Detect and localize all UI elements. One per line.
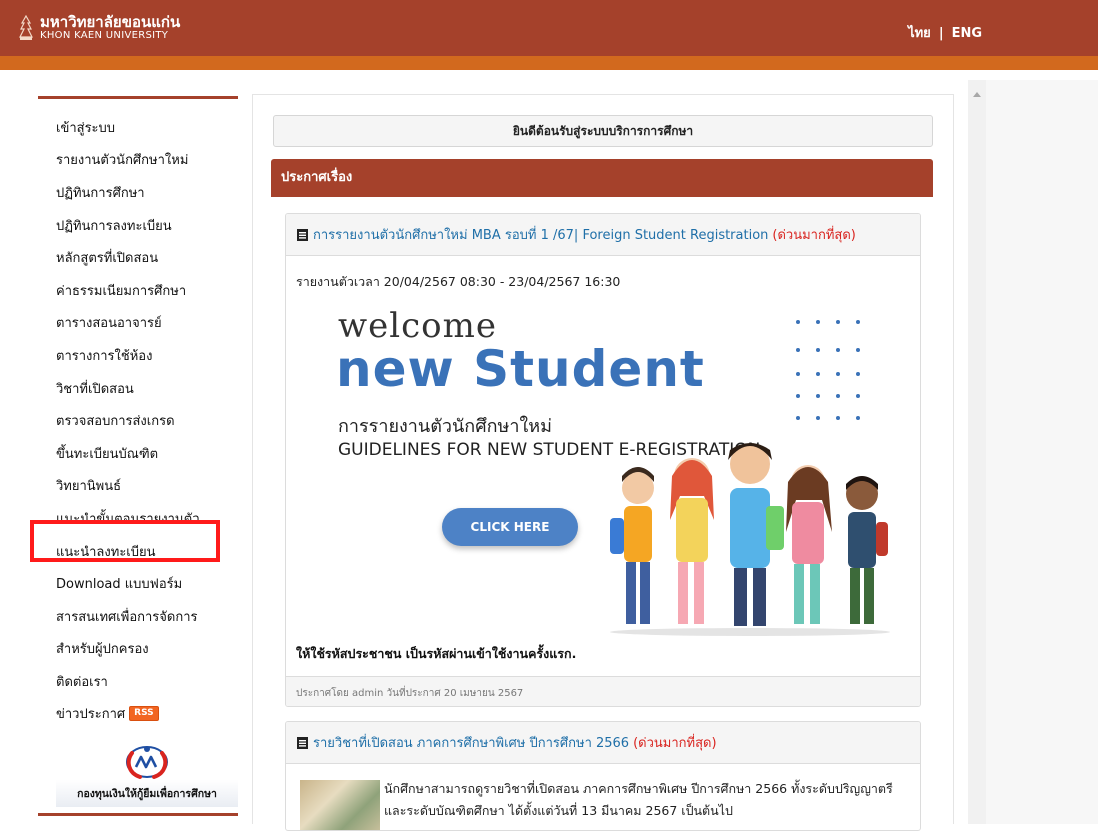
- sidebar-item-teacher-schedule[interactable]: ตารางสอนอาจารย์: [38, 307, 238, 340]
- right-panel: [986, 80, 1098, 824]
- student-loan-fund-label: กองทุนเงินให้กู้ยืมเพื่อการศึกษา: [77, 788, 217, 800]
- banner-dot: [836, 348, 840, 352]
- lang-separator: |: [938, 26, 944, 41]
- sidebar-item-programs[interactable]: หลักสูตรที่เปิดสอน: [38, 241, 238, 274]
- rss-icon[interactable]: RSS: [129, 706, 159, 722]
- sidebar-item-grade-check[interactable]: ตรวจสอบการส่งเกรด: [38, 404, 238, 437]
- banner-dot: [836, 416, 840, 420]
- sidebar-item-new-student-report[interactable]: รายงานตัวนักศึกษาใหม่: [38, 144, 238, 177]
- banner-dot: [836, 320, 840, 324]
- announcement-thumbnail[interactable]: [300, 780, 380, 830]
- logo-thai-name: มหาวิทยาลัยขอนแก่น: [40, 13, 181, 31]
- sidebar-item-tuition-fees[interactable]: ค่าธรรมเนียมการศึกษา: [38, 274, 238, 307]
- scroll-up-arrow-icon[interactable]: [973, 92, 981, 97]
- announcement-card-header: รายวิชาที่เปิดสอน ภาคการศึกษาพิเศษ ปีการ…: [286, 722, 920, 764]
- banner-dot: [816, 372, 820, 376]
- header-stripe: [0, 56, 1098, 70]
- sidebar-item-academic-calendar[interactable]: ปฏิทินการศึกษา: [38, 176, 238, 209]
- sidebar-list: เข้าสู่ระบบ รายงานตัวนักศึกษาใหม่ ปฏิทิน…: [38, 99, 238, 730]
- sidebar-item-management-info[interactable]: สารสนเทศเพื่อการจัดการ: [38, 600, 238, 633]
- lang-thai-link[interactable]: ไทย: [908, 26, 931, 41]
- banner-dot: [816, 394, 820, 398]
- logo-english-name: KHON KAEN UNIVERSITY: [40, 30, 169, 41]
- announcement-summary: นักศึกษาสามารถดูรายวิชาที่เปิดสอน ภาคการ…: [384, 781, 893, 818]
- banner-dot: [796, 320, 800, 324]
- sidebar-item-news[interactable]: ข่าวประกาศ RSS: [38, 698, 238, 731]
- sidebar-item-graduate-registration[interactable]: ขึ้นทะเบียนบัณฑิต: [38, 437, 238, 470]
- sidebar-item-courses-offered[interactable]: วิชาที่เปิดสอน: [38, 372, 238, 405]
- urgent-label: (ด่วนมากที่สุด): [633, 736, 717, 751]
- announcements-header: ประกาศเรื่อง: [271, 159, 933, 197]
- announcement-footer: ประกาศโดย admin วันที่ประกาศ 20 เมษายน 2…: [286, 676, 920, 706]
- report-period-text: รายงานตัวเวลา 20/04/2567 08:30 - 23/04/2…: [296, 274, 621, 289]
- banner-dot: [816, 320, 820, 324]
- sidebar-item-login[interactable]: เข้าสู่ระบบ: [38, 111, 238, 144]
- scrollbar[interactable]: [968, 80, 986, 824]
- urgent-label: (ด่วนมากที่สุด): [772, 228, 856, 243]
- sidebar-item-registration-calendar[interactable]: ปฏิทินการลงทะเบียน: [38, 209, 238, 242]
- password-note: ให้ใช้รหัสประชาชน เป็นรหัสผ่านเข้าใช้งาน…: [296, 646, 577, 661]
- sidebar-item-download-forms[interactable]: Download แบบฟอร์ม: [38, 567, 238, 600]
- banner-dot: [816, 416, 820, 420]
- sidebar-menu: เข้าสู่ระบบ รายงานตัวนักศึกษาใหม่ ปฏิทิน…: [38, 96, 238, 816]
- welcome-banner: ยินดีต้อนรับสู่ระบบบริการการศึกษา: [273, 115, 933, 147]
- banner-dot: [816, 348, 820, 352]
- sidebar-item-for-parents[interactable]: สำหรับผู้ปกครอง: [38, 633, 238, 666]
- new-student-banner-image[interactable]: welcome new Student การรายงานตัวนักศึกษา…: [286, 296, 920, 636]
- sidebar-item-contact[interactable]: ติดต่อเรา: [38, 665, 238, 698]
- document-icon: [297, 736, 308, 749]
- banner-new-student-text: new Student: [336, 340, 705, 398]
- student-loan-fund-banner[interactable]: กองทุนเงินให้กู้ยืมเพื่อการศึกษา: [56, 739, 238, 807]
- banner-dot: [856, 320, 860, 324]
- document-icon: [297, 228, 308, 241]
- banner-thai-line: การรายงานตัวนักศึกษาใหม่: [338, 416, 553, 437]
- announcement-title-link[interactable]: การรายงานตัวนักศึกษาใหม่ MBA รอบที่ 1 /6…: [313, 224, 768, 245]
- main-content: ยินดีต้อนรับสู่ระบบบริการการศึกษา ประกาศ…: [252, 94, 954, 831]
- student-loan-fund-logo-icon: [126, 746, 168, 779]
- announcement-title-link[interactable]: รายวิชาที่เปิดสอน ภาคการศึกษาพิเศษ ปีการ…: [313, 732, 629, 753]
- banner-dot: [836, 394, 840, 398]
- language-switch: ไทย | ENG: [904, 22, 986, 43]
- sidebar-item-thesis[interactable]: วิทยานิพนธ์: [38, 470, 238, 503]
- students-illustration-icon: [610, 443, 890, 636]
- sidebar-item-news-label: ข่าวประกาศ: [56, 707, 126, 723]
- banner-dot: [856, 416, 860, 420]
- click-here-button[interactable]: CLICK HERE: [442, 508, 578, 546]
- banner-dot: [796, 394, 800, 398]
- announcement-card: รายวิชาที่เปิดสอน ภาคการศึกษาพิเศษ ปีการ…: [285, 721, 921, 831]
- banner-dot: [836, 372, 840, 376]
- university-logo[interactable]: มหาวิทยาลัยขอนแก่น KHON KAEN UNIVERSITY: [18, 14, 180, 41]
- banner-dot: [856, 394, 860, 398]
- banner-dot: [856, 372, 860, 376]
- banner-dot: [796, 416, 800, 420]
- banner-dot: [856, 348, 860, 352]
- top-header: มหาวิทยาลัยขอนแก่น KHON KAEN UNIVERSITY …: [0, 0, 1098, 56]
- lang-english-link[interactable]: ENG: [952, 26, 982, 41]
- banner-dot: [796, 348, 800, 352]
- university-seal-icon: [19, 14, 33, 40]
- announcement-card-header: การรายงานตัวนักศึกษาใหม่ MBA รอบที่ 1 /6…: [286, 214, 920, 256]
- highlight-box: [30, 520, 220, 562]
- announcement-card: การรายงานตัวนักศึกษาใหม่ MBA รอบที่ 1 /6…: [285, 213, 921, 707]
- sidebar-item-room-schedule[interactable]: ตารางการใช้ห้อง: [38, 339, 238, 372]
- banner-dot: [796, 372, 800, 376]
